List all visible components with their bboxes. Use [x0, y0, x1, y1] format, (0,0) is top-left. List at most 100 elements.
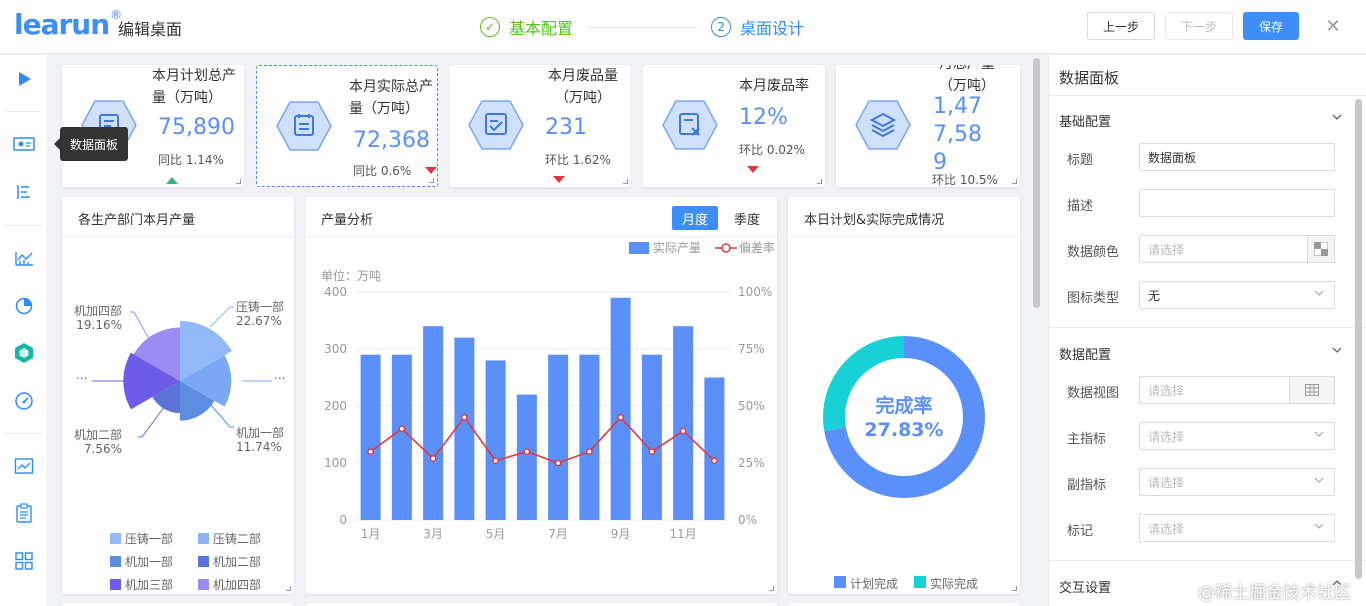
- legend-item[interactable]: 机加三部: [110, 576, 198, 593]
- icon-type-select[interactable]: 无: [1139, 281, 1335, 309]
- rose-label: 压铸一部: [236, 299, 284, 314]
- legend-swatch: [110, 556, 121, 567]
- legend-item[interactable]: 机加二部: [198, 553, 286, 570]
- grid-icon[interactable]: [12, 549, 36, 573]
- deviation-point: [429, 455, 437, 462]
- marker-select[interactable]: 请选择: [1139, 514, 1335, 542]
- section-data-config[interactable]: 数据配置: [1059, 344, 1111, 363]
- stat-card-planned[interactable]: 本月计划总产量（万吨） 75,890 同比 1.14%: [62, 65, 244, 187]
- close-icon[interactable]: ✕: [1320, 12, 1346, 40]
- resize-handle[interactable]: [1012, 586, 1017, 591]
- chevron-down-icon: [1314, 475, 1324, 488]
- y-tick-label: 200: [324, 399, 347, 413]
- resize-handle[interactable]: [623, 179, 628, 184]
- legend-item[interactable]: 压铸二部: [198, 530, 286, 547]
- chevron-down-icon[interactable]: [1331, 344, 1343, 359]
- panel-title: 本日计划&实际完成情况: [804, 213, 945, 228]
- section-interaction[interactable]: 交互设置: [1059, 577, 1111, 596]
- legend-item[interactable]: 压铸一部: [110, 530, 198, 547]
- data-color-select[interactable]: 请选择: [1139, 235, 1335, 263]
- stat-card-monthly-total[interactable]: 月总产量（万吨） 1,477,589 环比 10.5%: [836, 65, 1020, 187]
- deviation-point: [398, 425, 406, 433]
- rose-label: 机加一部: [236, 425, 284, 440]
- deviation-point: [492, 457, 499, 465]
- bar: [579, 354, 600, 520]
- waste-amount-icon: [468, 100, 524, 150]
- output-bar-line-chart: 实际产量 偏差率 单位：万吨 0 100 200 300 400 0% 25% 50% 75%…: [321, 240, 775, 541]
- deviation-point: [648, 448, 656, 455]
- y-tick-label: 300: [324, 342, 347, 356]
- description-input[interactable]: [1139, 189, 1335, 217]
- resize-handle[interactable]: [429, 178, 434, 183]
- output-analysis-panel[interactable]: 产量分析 月度 季度 实际产量 偏差率 单位：万吨 0 100 200 300 400 …: [305, 197, 777, 594]
- legend-label: 计划完成: [850, 577, 899, 591]
- data-view-select[interactable]: 请选择: [1139, 376, 1335, 404]
- legend-swatch: [198, 556, 209, 567]
- line-chart-icon[interactable]: [12, 246, 36, 270]
- table-icon[interactable]: [1289, 376, 1335, 404]
- resize-handle[interactable]: [817, 179, 822, 184]
- legend-swatch: [914, 576, 927, 588]
- legend-item[interactable]: 机加一部: [110, 553, 198, 570]
- tab-quarter[interactable]: 季度: [726, 206, 768, 230]
- panel-scrollbar[interactable]: [1355, 99, 1362, 579]
- title-input[interactable]: 数据面板: [1139, 143, 1335, 171]
- legend-label: 压铸一部: [125, 532, 174, 546]
- color-picker-icon[interactable]: [1307, 235, 1335, 263]
- step-basic-config[interactable]: ✓ 基本配置: [480, 15, 573, 39]
- data-panel-icon[interactable]: [12, 132, 36, 156]
- resize-handle[interactable]: [769, 586, 774, 591]
- leader-line: [209, 306, 234, 328]
- waste-rate-icon: [662, 100, 718, 150]
- deviation-point: [617, 414, 624, 421]
- panel-title: 各生产部门本月产量: [78, 213, 196, 228]
- chart-legend: 实际产量 偏差率: [629, 240, 775, 255]
- field-label: 标记: [1067, 524, 1094, 539]
- step-desktop-design[interactable]: 2 桌面设计: [711, 15, 804, 39]
- prev-step-button[interactable]: 上一步: [1087, 12, 1155, 40]
- bar: [516, 394, 537, 520]
- clipboard-icon[interactable]: [12, 501, 36, 525]
- legend-swatch: [834, 576, 846, 588]
- save-button[interactable]: 保存: [1243, 12, 1299, 40]
- completion-donut-panel[interactable]: 本日计划&实际完成情况 完成率 27.83% 计划完成 实际完成: [788, 197, 1020, 594]
- stat-card-actual[interactable]: 本月实际总产量（万吨） 72,368 同比 0.6%: [256, 65, 438, 187]
- trend-down-icon: [553, 176, 565, 183]
- deviation-line: [367, 414, 718, 467]
- next-step-button[interactable]: 下一步: [1165, 12, 1233, 40]
- resize-handle[interactable]: [286, 586, 291, 591]
- divider: [6, 225, 42, 226]
- rose-chart-panel[interactable]: 各生产部门本月产量 压铸一部 22.67% 机加一部 11.74% 机加二部 7…: [62, 197, 294, 594]
- resize-handle[interactable]: [236, 179, 241, 184]
- tab-month[interactable]: 月度: [672, 206, 718, 230]
- rose-label-pct: 7.56%: [84, 442, 122, 456]
- bar: [485, 360, 506, 520]
- x-tick-label: 5月: [486, 527, 506, 541]
- donut-slices: [823, 336, 985, 498]
- rose-label-pct: 11.74%: [236, 440, 282, 454]
- divider: [1049, 327, 1366, 328]
- gauge-icon[interactable]: [12, 389, 36, 413]
- stat-card-waste-rate[interactable]: 本月废品率 12% 环比 0.02%: [643, 65, 825, 187]
- chevron-down-icon[interactable]: [1331, 111, 1343, 126]
- list-icon[interactable]: [12, 180, 36, 204]
- bar: [673, 326, 694, 520]
- play-icon[interactable]: [12, 67, 36, 91]
- trend-icon[interactable]: [12, 454, 36, 478]
- stat-card-waste[interactable]: 本月废品量（万吨） 231 环比 1.62%: [449, 65, 631, 187]
- step-number: 2: [711, 17, 732, 37]
- x-axis-ticks: 1月 3月 5月 7月 9月 11月: [361, 527, 697, 541]
- legend-item[interactable]: 机加四部: [198, 576, 286, 593]
- sub-metric-select[interactable]: 请选择: [1139, 468, 1335, 496]
- donut-legend: 计划完成 实际完成: [834, 575, 978, 592]
- placeholder: 请选择: [1148, 475, 1185, 490]
- canvas-scrollbar[interactable]: [1033, 58, 1040, 308]
- section-basic-config[interactable]: 基础配置: [1059, 111, 1111, 130]
- deviation-point: [367, 448, 374, 455]
- pie-chart-icon[interactable]: [12, 293, 36, 317]
- resize-handle[interactable]: [1012, 179, 1017, 184]
- y2-tick-label: 75%: [738, 342, 765, 356]
- main-metric-select[interactable]: 请选择: [1139, 422, 1335, 450]
- design-canvas[interactable]: 本月计划总产量（万吨） 75,890 同比 1.14% 本月实际总产量（万吨） …: [48, 55, 1030, 606]
- hexagon-icon[interactable]: [12, 341, 36, 365]
